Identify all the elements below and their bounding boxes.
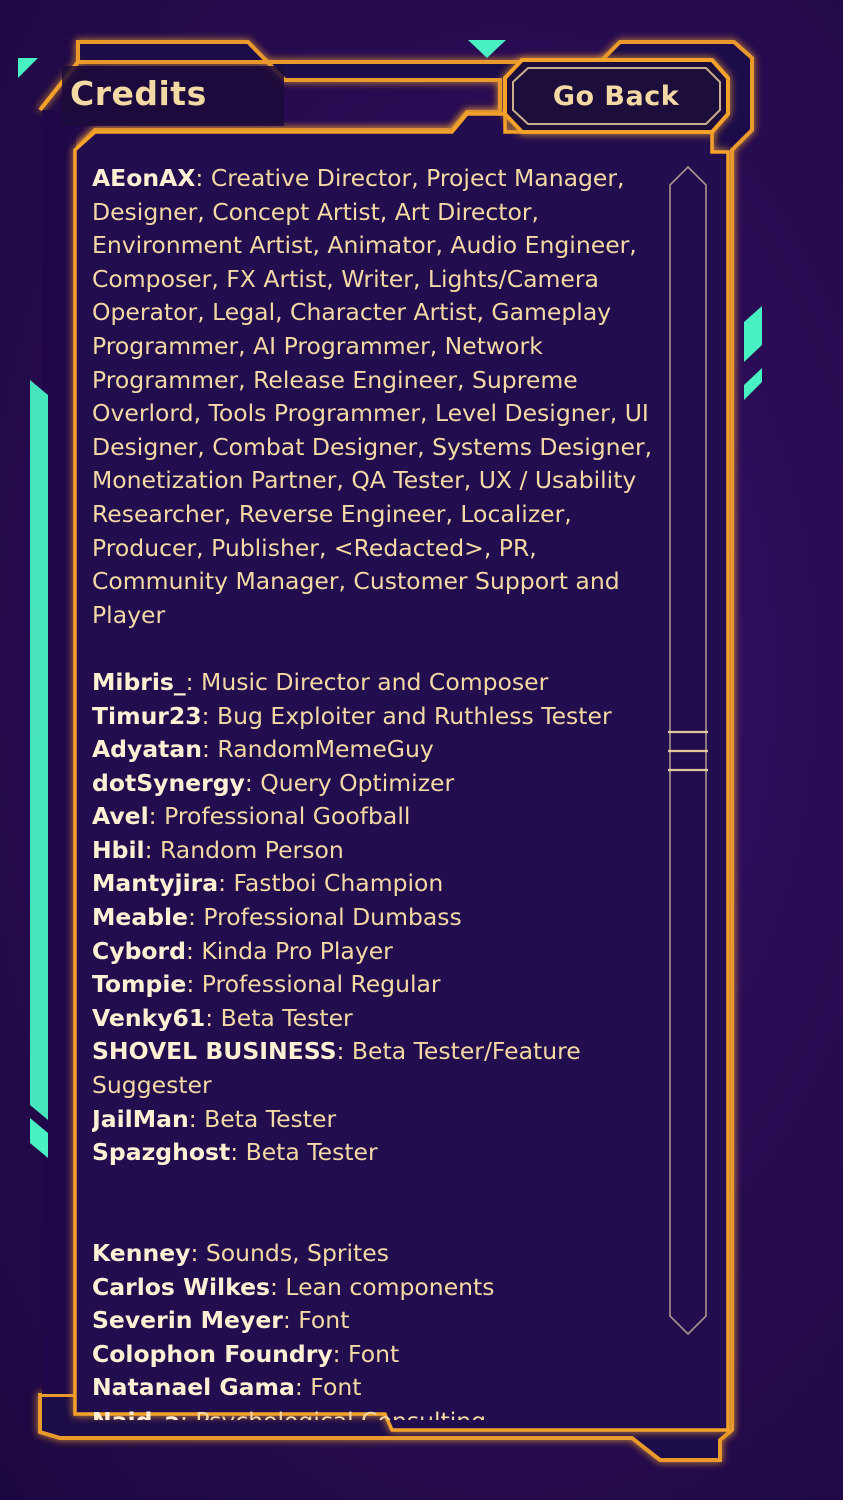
credit-entry: Meable: Professional Dumbass [92,903,462,932]
credit-entry: JailMan: Beta Tester [92,1104,337,1133]
credit-entry: Tompie: Professional Regular [92,970,441,999]
credit-primary: AEonAX: Creative Director, Project Manag… [92,164,653,629]
go-back-button[interactable]: Go Back [505,62,727,130]
credit-entry: Kenney: Sounds, Sprites [92,1239,389,1267]
corner-triangle-decoration [18,58,38,78]
credit-role: Creative Director, Project Manager, Desi… [92,164,653,629]
top-triangle-decoration [468,40,506,58]
assets-list: Kenney: Sounds, Sprites Carlos Wilkes: L… [92,1237,664,1420]
credit-entry: Avel: Professional Goofball [92,802,411,831]
right-accent-bar [744,306,762,362]
credit-entry: Venky61: Beta Tester [92,1003,353,1032]
credit-entry: Naid_a: Psychological Consulting [92,1405,664,1420]
credit-name: AEonAX [92,164,196,192]
credits-list: AEonAX: Creative Director, Project Manag… [92,162,664,1420]
credit-entry: Mantyjira: Fastboi Champion [92,869,444,898]
credits-scroll-area[interactable]: AEonAX: Creative Director, Project Manag… [92,162,664,1420]
credit-entry: Adyatan: RandomMemeGuy [92,735,434,764]
credit-entry: Timur23: Bug Exploiter and Ruthless Test… [92,701,612,730]
credit-entry: Natanael Gama: Font [92,1373,362,1402]
page-title: Credits [70,74,207,113]
go-back-label: Go Back [552,80,680,112]
credit-entry: Carlos Wilkes: Lean components [92,1272,495,1301]
scrollbar-handle[interactable] [668,728,708,772]
credit-entry: Mibris_: Music Director and Composer [92,667,549,696]
credit-entry: SHOVEL BUSINESS: Beta Tester/Feature Sug… [92,1037,581,1100]
credits-screen: Credits Go Back AEonAX: Creative Directo… [0,0,843,1500]
credit-entry: Severin Meyer: Font [92,1306,350,1335]
contributors-list: Mibris_: Music Director and Composer Tim… [92,666,664,1170]
credit-entry: Spazghost: Beta Tester [92,1138,378,1167]
credit-entry: Colophon Foundry: Font [92,1339,400,1368]
left-accent-bar [30,380,48,1120]
credit-entry: Hbil: Random Person [92,835,344,864]
credit-entry: Cybord: Kinda Pro Player [92,936,393,965]
credit-entry: dotSynergy: Query Optimizer [92,768,455,797]
